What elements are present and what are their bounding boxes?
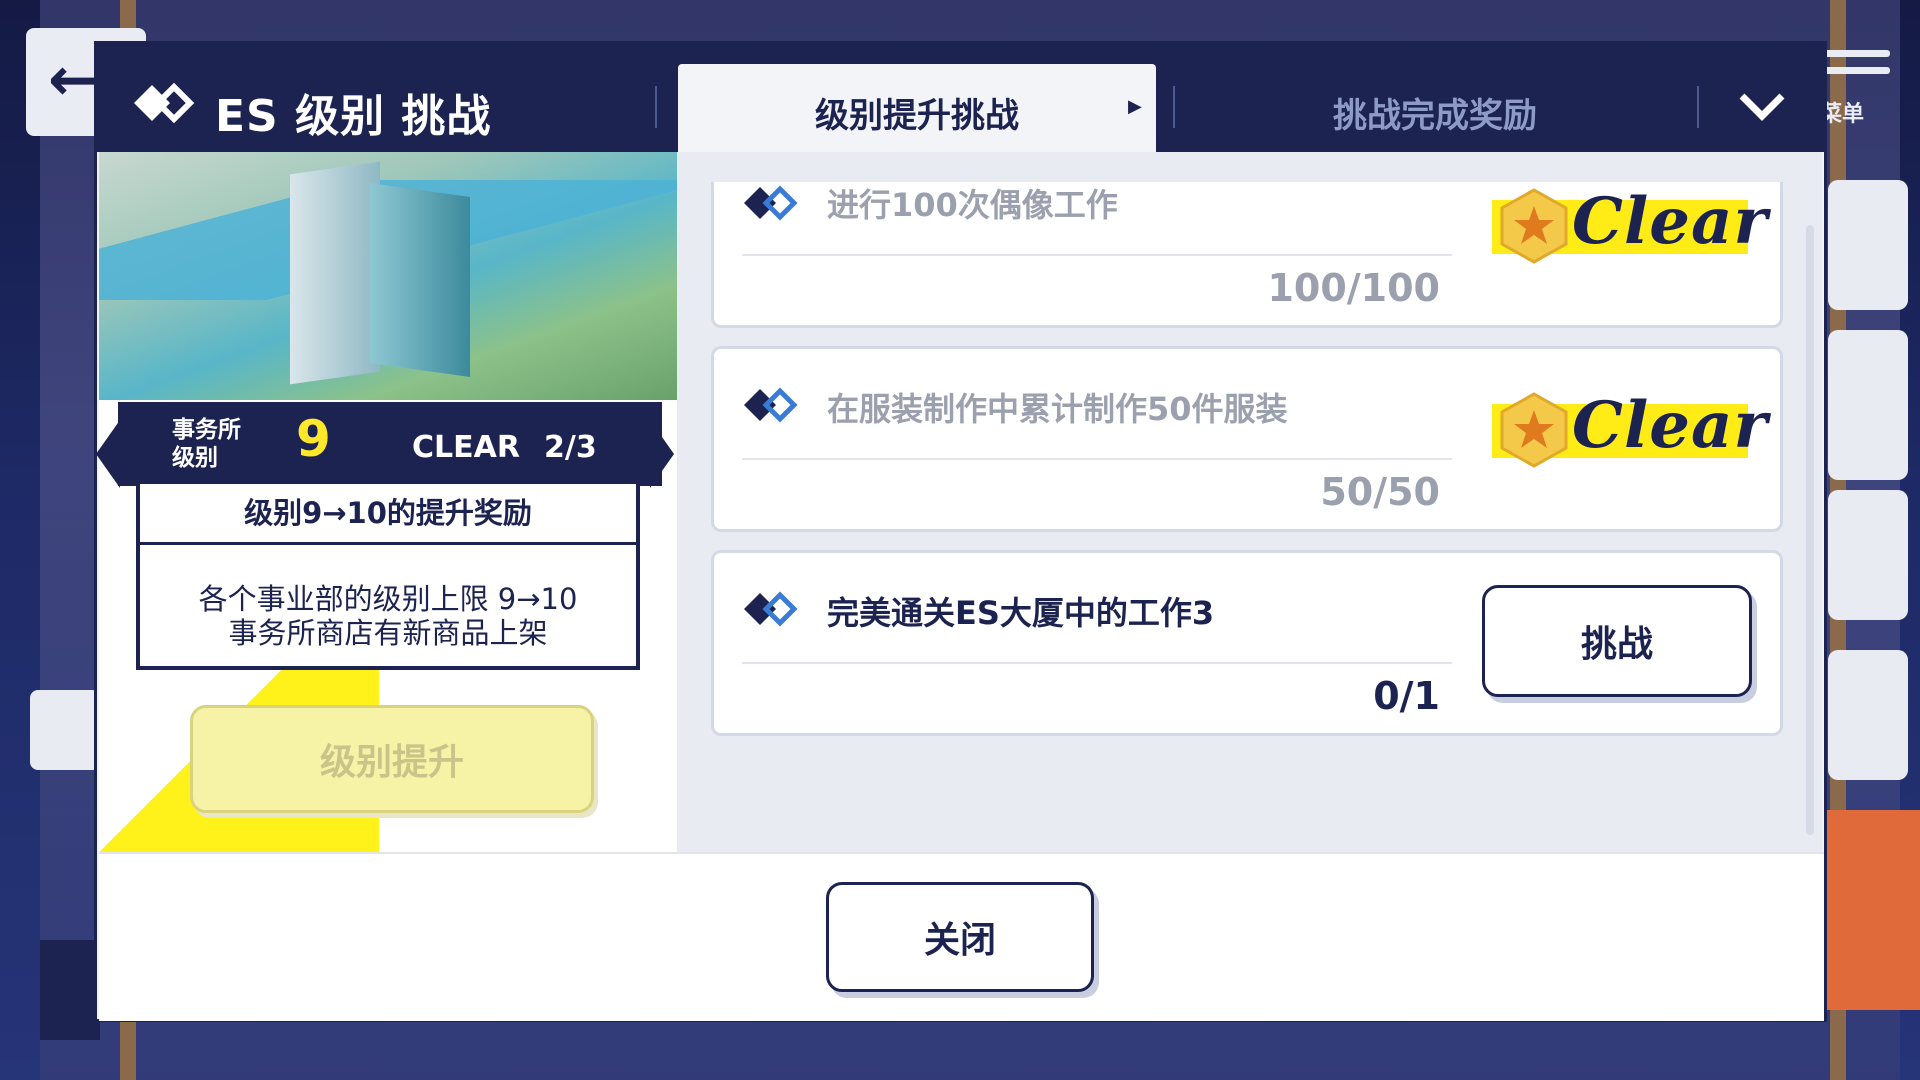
tab-divider (1697, 86, 1699, 128)
clear-label: CLEAR (412, 430, 520, 465)
background-card (1828, 330, 1908, 480)
clear-badge: Clear (1492, 386, 1767, 470)
challenge-text: 在服装制作中累计制作50件服装 (827, 390, 1288, 428)
challenge-progress: 0/1 (1373, 674, 1440, 718)
challenge-diamond-icon (744, 591, 798, 627)
building-illustration (290, 161, 380, 385)
challenge-diamond-icon (744, 387, 798, 423)
challenge-progress: 100/100 (1267, 266, 1440, 310)
office-level-value: 9 (296, 410, 331, 468)
dialog-title: ES 级别 挑战 (215, 91, 492, 142)
background-tag (40, 940, 100, 1040)
office-level-label: 事务所 级别 (172, 417, 241, 471)
background-orange-button (1820, 810, 1920, 1010)
challenge-button[interactable]: 挑战 (1482, 585, 1752, 697)
clear-text: Clear (1572, 184, 1769, 259)
clear-text: Clear (1572, 388, 1769, 463)
reward-divider (140, 542, 636, 545)
level-up-button[interactable]: 级别提升 (190, 705, 594, 813)
challenge-diamond-icon (744, 185, 798, 221)
ribbon-end (650, 420, 674, 488)
clear-count: 2/3 (544, 430, 597, 465)
ribbon-end (96, 420, 120, 488)
challenge-divider (742, 458, 1452, 460)
challenge-text: 完美通关ES大厦中的工作3 (827, 594, 1215, 632)
medal-icon (1500, 392, 1568, 468)
reward-line: 事务所商店有新商品上架 (228, 616, 548, 650)
challenge-progress: 50/50 (1320, 470, 1440, 514)
challenge-divider (742, 254, 1452, 256)
chevron-down-icon[interactable] (1722, 76, 1802, 136)
tab-divider (655, 86, 657, 128)
back-arrow-icon: ← (48, 45, 99, 115)
background-card (1828, 180, 1908, 310)
medal-icon (1500, 188, 1568, 264)
reward-title: 级别9→10的提升奖励 (244, 496, 532, 530)
background-card (30, 690, 100, 770)
close-button[interactable]: 关闭 (826, 882, 1094, 992)
scrollbar[interactable] (1806, 225, 1814, 835)
es-logo-icon (134, 82, 195, 124)
building-illustration (370, 182, 470, 378)
menu-label: 菜单 (1820, 102, 1865, 127)
clear-badge: Clear (1492, 182, 1767, 266)
background-card (1828, 490, 1908, 620)
tab-challenge-rewards[interactable]: 挑战完成奖励 (1175, 88, 1695, 137)
tab-arrow-icon: ▶ (1128, 96, 1142, 117)
challenge-divider (742, 662, 1452, 664)
background-card (1828, 650, 1908, 780)
challenge-text: 进行100次偶像工作 (827, 186, 1118, 224)
tab-level-up-challenge-label: 级别提升挑战 (815, 96, 1019, 136)
